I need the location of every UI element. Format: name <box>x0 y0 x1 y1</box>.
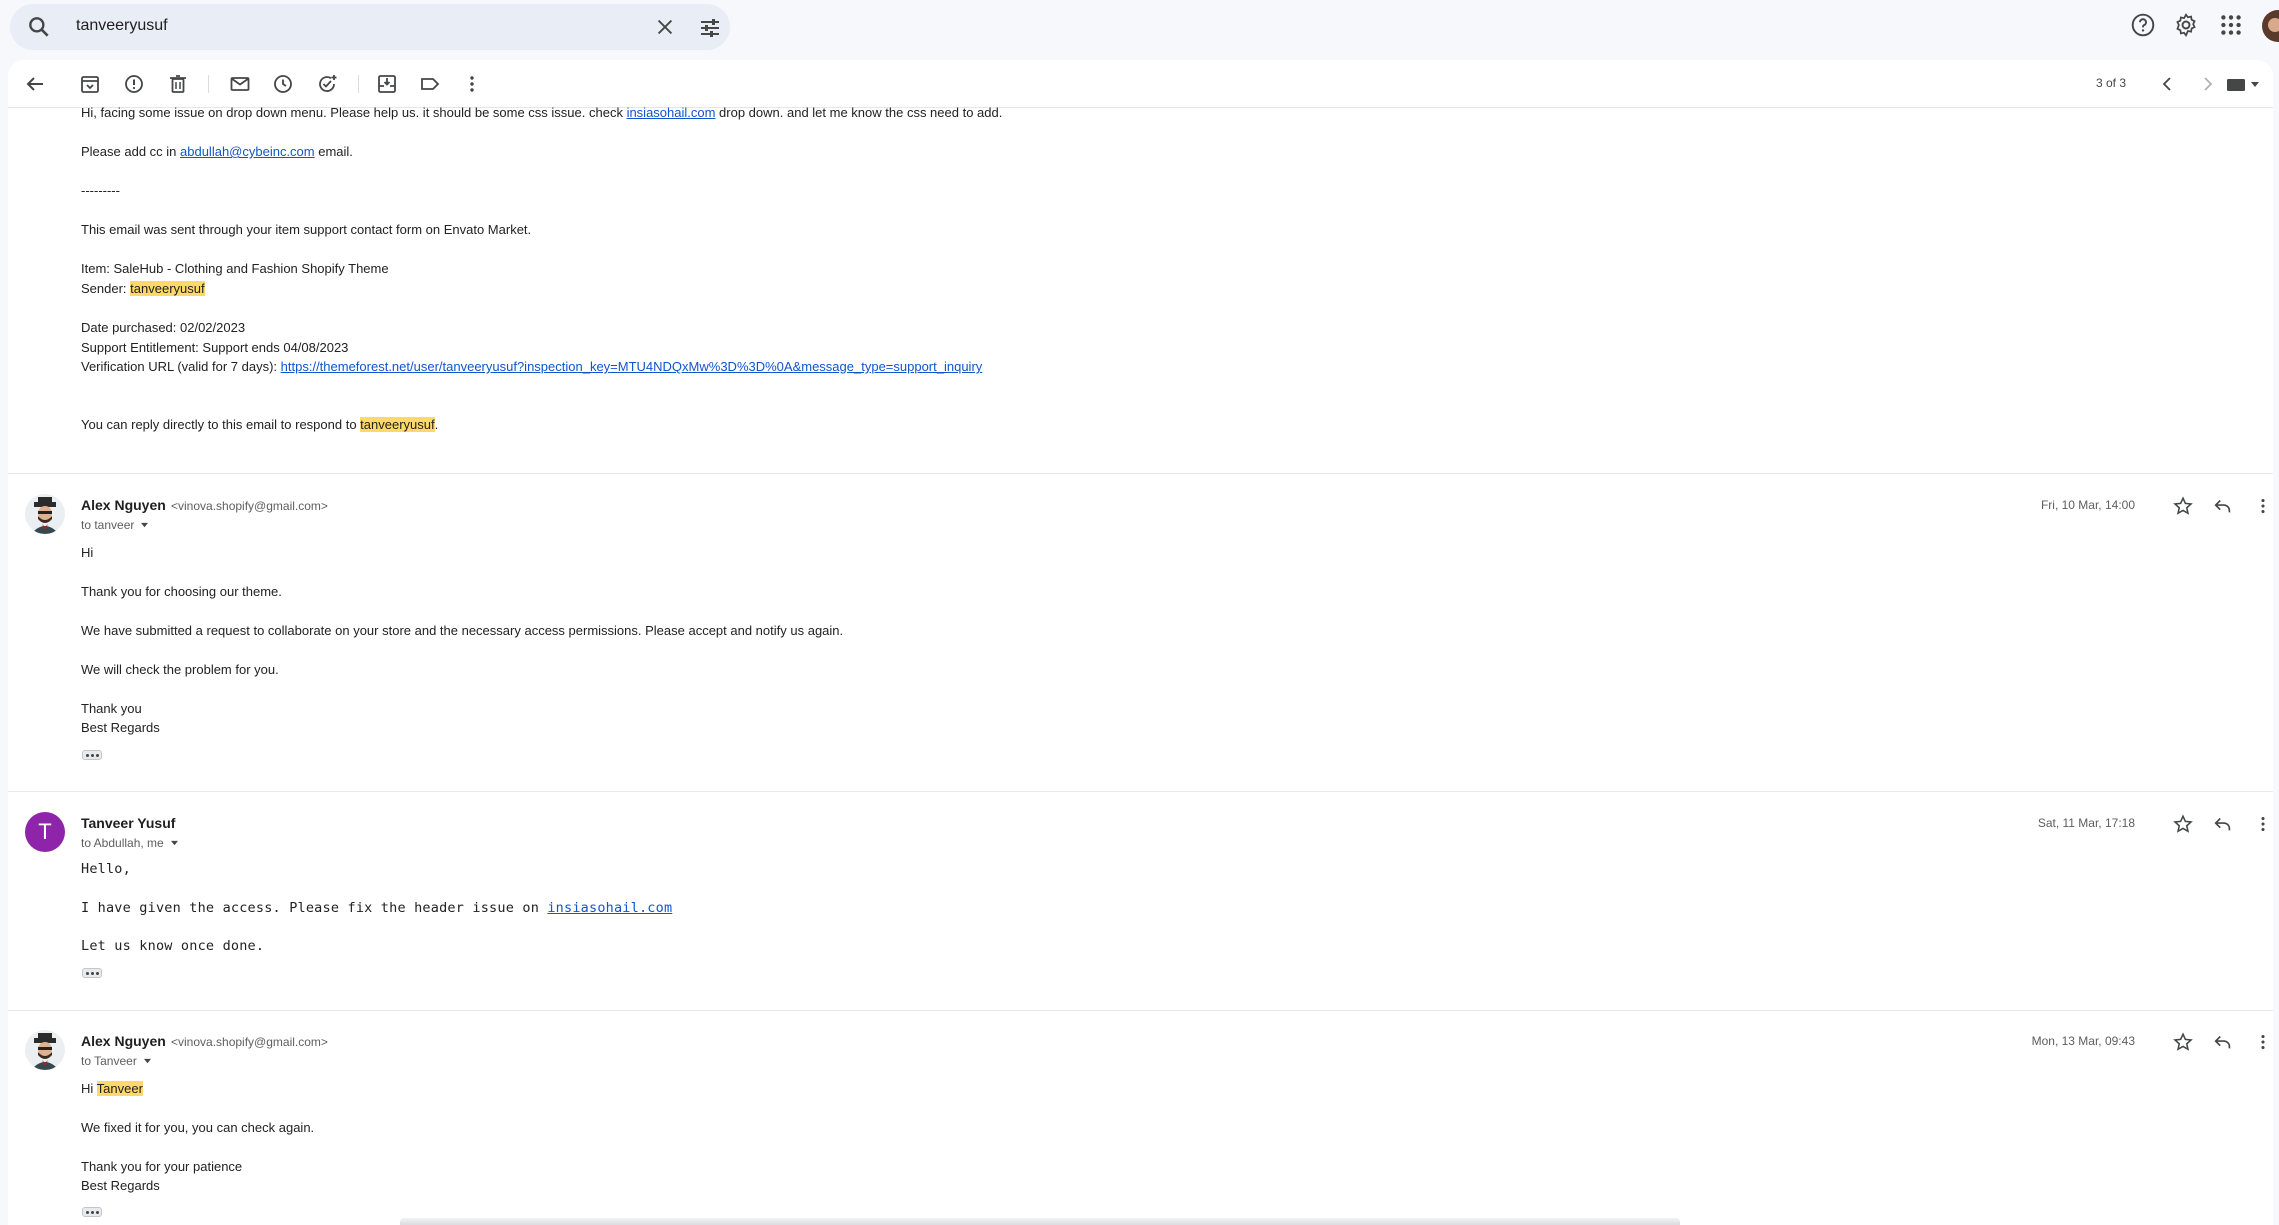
search-input[interactable]: tanveeryusuf <box>76 17 168 35</box>
message-line: Please add cc in abdullah@cybeinc.com em… <box>81 144 353 159</box>
website-link[interactable]: insiasohail.com <box>547 900 672 916</box>
website-link[interactable]: insiasohail.com <box>627 105 716 120</box>
recipients-label: to Abdullah, me <box>81 836 164 850</box>
recipients-toggle[interactable]: to tanveer <box>81 518 149 532</box>
date-purchased-line: Date purchased: 02/02/2023 <box>81 320 246 335</box>
search-highlight: tanveeryusuf <box>130 281 205 296</box>
message-divider <box>8 1010 2273 1011</box>
message-line: Thank you <box>81 701 142 716</box>
person-avatar-icon <box>31 1033 59 1070</box>
message-line: Hi Tanveer <box>81 1081 143 1096</box>
move-to-icon[interactable] <box>375 72 399 96</box>
show-trimmed-content-button[interactable] <box>82 1207 102 1217</box>
more-vert-icon[interactable] <box>2252 1031 2273 1053</box>
archive-icon[interactable] <box>78 72 102 96</box>
search-highlight: Tanveer <box>96 1081 143 1096</box>
avatar[interactable] <box>25 1030 65 1070</box>
delete-icon[interactable] <box>166 72 190 96</box>
gear-icon[interactable] <box>2173 12 2199 38</box>
verification-line: Verification URL (valid for 7 days): htt… <box>81 359 983 374</box>
keyboard-icon <box>2227 79 2245 91</box>
snooze-clock-icon[interactable] <box>271 72 295 96</box>
message-line: We have submitted a request to collabora… <box>81 623 844 638</box>
email-link[interactable]: abdullah@cybeinc.com <box>180 144 315 159</box>
reply-icon[interactable] <box>2212 495 2234 517</box>
recipients-toggle[interactable]: to Tanveer <box>81 1054 152 1068</box>
verification-link[interactable]: https://themeforest.net/user/tanveeryusu… <box>281 359 983 374</box>
message-line: Thank you for choosing our theme. <box>81 584 282 599</box>
message-line: Let us know once done. <box>81 938 265 954</box>
item-line: Item: SaleHub - Clothing and Fashion Sho… <box>81 261 389 276</box>
avatar[interactable]: T <box>25 812 65 852</box>
star-icon[interactable] <box>2172 1031 2194 1053</box>
chevron-down-icon <box>141 522 149 528</box>
reply-icon[interactable] <box>2212 1031 2234 1053</box>
toolbar: 3 of 3 <box>8 60 2273 108</box>
star-icon[interactable] <box>2172 813 2194 835</box>
search-icon[interactable] <box>26 14 52 40</box>
person-avatar-icon <box>31 497 59 534</box>
top-bar: tanveeryusuf <box>0 0 2279 54</box>
message-line: Thank you for your patience <box>81 1159 243 1174</box>
search-box[interactable]: tanveeryusuf <box>10 4 730 50</box>
star-icon[interactable] <box>2172 495 2194 517</box>
input-tools-button[interactable] <box>2226 74 2266 96</box>
pagination-count: 3 of 3 <box>2096 76 2127 90</box>
sender-name[interactable]: Alex Nguyen <box>81 1033 166 1049</box>
toolbar-divider <box>358 75 359 93</box>
apps-grid-icon[interactable] <box>2218 12 2244 38</box>
sender-line: Sender: tanveeryusuf <box>81 281 205 296</box>
sender-email: <vinova.shopify@gmail.com> <box>171 1035 328 1049</box>
message-line: Hi <box>81 545 94 560</box>
sender-email: <vinova.shopify@gmail.com> <box>171 499 328 513</box>
separator-text: --------- <box>81 183 120 198</box>
chevron-right-icon[interactable] <box>2195 72 2219 96</box>
close-icon[interactable] <box>654 16 676 38</box>
chevron-left-icon[interactable] <box>2156 72 2180 96</box>
message-divider <box>8 791 2273 792</box>
avatar[interactable] <box>25 494 65 534</box>
search-options-icon[interactable] <box>698 16 722 40</box>
back-arrow-icon[interactable] <box>23 72 47 96</box>
account-avatar[interactable] <box>2262 10 2279 42</box>
sender-name[interactable]: Tanveer Yusuf <box>81 815 175 831</box>
mark-unread-icon[interactable] <box>228 72 252 96</box>
label-icon[interactable] <box>418 72 442 96</box>
reply-icon[interactable] <box>2212 813 2234 835</box>
message-line: Hello, <box>81 861 131 877</box>
message-line: We fixed it for you, you can check again… <box>81 1120 315 1135</box>
message-line: I have given the access. Please fix the … <box>81 900 673 916</box>
more-vert-icon[interactable] <box>460 72 484 96</box>
recipients-label: to Tanveer <box>81 1054 137 1068</box>
help-icon[interactable] <box>2130 12 2156 38</box>
recipients-toggle[interactable]: to Abdullah, me <box>81 836 179 850</box>
chevron-down-icon <box>170 840 178 846</box>
more-vert-icon[interactable] <box>2252 495 2273 517</box>
message-line: Best Regards <box>81 720 160 735</box>
message-line: Hi, facing some issue on drop down menu.… <box>81 105 1003 120</box>
chevron-down-icon <box>143 1058 151 1064</box>
show-trimmed-content-button[interactable] <box>82 968 102 978</box>
message-divider <box>8 473 2273 474</box>
email-panel: 3 of 3 Hi, facing some issue on drop dow… <box>8 60 2273 1225</box>
chevron-down-icon <box>2251 82 2259 87</box>
message-line: Best Regards <box>81 1178 160 1193</box>
toolbar-divider <box>208 75 209 93</box>
add-task-icon[interactable] <box>315 72 339 96</box>
support-line: Support Entitlement: Support ends 04/08/… <box>81 340 349 355</box>
reply-line: You can reply directly to this email to … <box>81 417 439 432</box>
recipients-label: to tanveer <box>81 518 135 532</box>
search-highlight: tanveeryusuf <box>360 417 435 432</box>
scroll-shadow <box>400 1218 1680 1225</box>
message-date: Fri, 10 Mar, 14:00 <box>2040 498 2135 512</box>
message-date: Sat, 11 Mar, 17:18 <box>2037 816 2135 830</box>
report-spam-icon[interactable] <box>122 72 146 96</box>
sender-name[interactable]: Alex Nguyen <box>81 497 166 513</box>
show-trimmed-content-button[interactable] <box>82 750 102 760</box>
message-line: This email was sent through your item su… <box>81 222 532 237</box>
message-line: We will check the problem for you. <box>81 662 279 677</box>
message-date: Mon, 13 Mar, 09:43 <box>2031 1034 2135 1048</box>
more-vert-icon[interactable] <box>2252 813 2273 835</box>
